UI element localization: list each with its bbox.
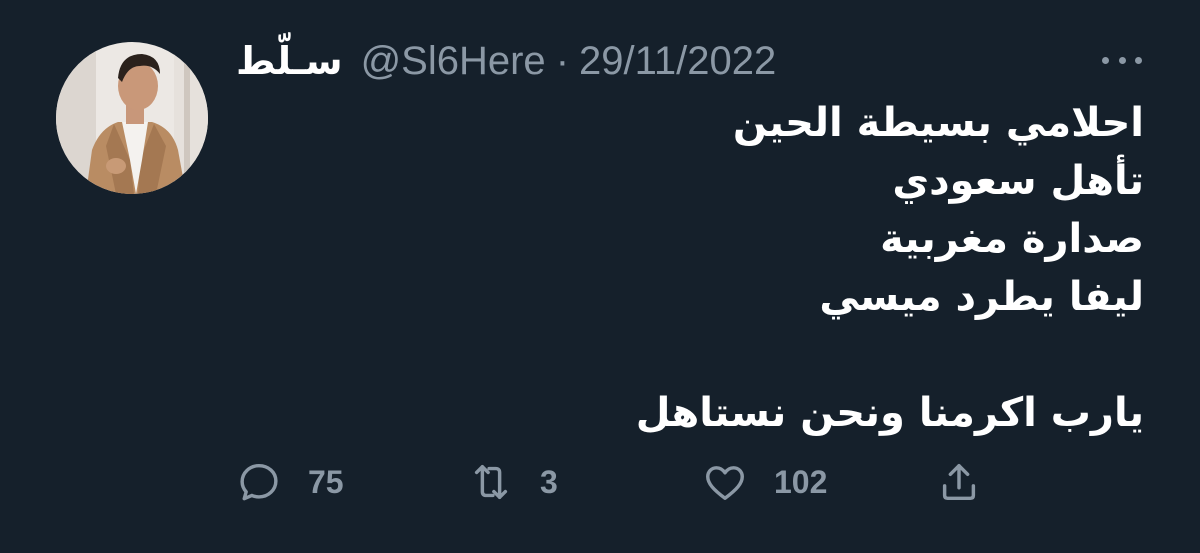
display-name[interactable]: سـلّط xyxy=(236,39,343,83)
tweet-line: ليفا يطرد ميسي xyxy=(819,274,1144,320)
avatar[interactable] xyxy=(56,42,208,194)
retweet-icon xyxy=(474,464,508,500)
tweet-line: تأهل سعودي xyxy=(892,158,1144,204)
retweet-count: 3 xyxy=(540,463,558,500)
avatar-image xyxy=(56,42,208,194)
reply-icon xyxy=(240,463,278,501)
like-count: 102 xyxy=(774,463,828,500)
tweet-line: احلامي بسيطة الحين xyxy=(732,100,1144,146)
reply-count: 75 xyxy=(308,463,344,500)
tweet-line: صدارة مغربية xyxy=(880,216,1144,262)
user-handle[interactable]: @Sl6Here xyxy=(361,39,546,84)
more-options-icon[interactable] xyxy=(1102,50,1142,70)
tweet-actions: 75 3 102 xyxy=(236,456,996,508)
tweet-date[interactable]: 29/11/2022 xyxy=(579,39,776,84)
share-button[interactable] xyxy=(936,456,982,508)
tweet-card[interactable]: سـلّط @Sl6Here · 29/11/2022 احلامي بسيطة… xyxy=(0,0,1200,553)
separator-dot: · xyxy=(555,38,570,83)
share-icon xyxy=(942,463,976,501)
like-button[interactable]: 102 xyxy=(702,456,827,508)
reply-button[interactable]: 75 xyxy=(236,456,344,508)
retweet-button[interactable]: 3 xyxy=(468,456,558,508)
tweet-header: سـلّط @Sl6Here · 29/11/2022 xyxy=(236,36,776,86)
tweet-text: احلامي بسيطة الحين تأهل سعودي صدارة مغرب… xyxy=(344,94,1144,442)
tweet-line: يارب اكرمنا ونحن نستاهل xyxy=(635,390,1144,436)
heart-icon xyxy=(706,466,744,501)
